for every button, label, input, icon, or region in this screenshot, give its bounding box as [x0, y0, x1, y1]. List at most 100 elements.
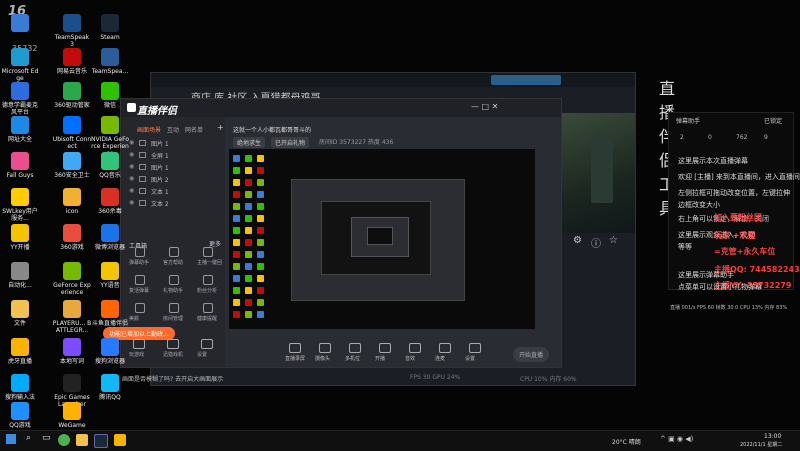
tool-item[interactable]: 健康提醒 — [197, 315, 217, 322]
toolbar-item[interactable]: 直播录屏 — [285, 355, 305, 362]
tab-interact[interactable]: 互动 — [167, 125, 179, 134]
desktop-icon-label: TeamSpeak 3 — [54, 34, 90, 48]
desktop-icon[interactable]: 360游戏 — [52, 224, 92, 251]
tag-gift[interactable]: 已开启礼物 — [271, 137, 310, 148]
bottom-tool-item[interactable]: 玩游戏 — [129, 351, 144, 358]
desktop-icon-label: QQ游戏 — [9, 422, 31, 429]
desktop-icon[interactable]: SWLkey用户服务... — [0, 188, 40, 222]
desktop-icon[interactable] — [0, 14, 40, 34]
scene-item[interactable]: 图片 1 — [151, 163, 169, 172]
room-info: 房间ID 3573227 热度 436 — [319, 139, 394, 146]
desktop-icon[interactable]: 微博浏览器 — [90, 224, 130, 251]
taskbar-app-streamer-icon[interactable] — [114, 434, 126, 446]
tool-item[interactable]: 主播一键回 — [197, 259, 222, 266]
taskbar-app-steam-icon[interactable] — [94, 434, 108, 448]
toolbar-item[interactable]: 音效 — [405, 355, 415, 362]
desktop-icon[interactable]: 搜狗浏览器 — [90, 338, 130, 365]
toolbar-item[interactable]: 开播 — [375, 355, 385, 362]
desktop-icon[interactable]: 网易云音乐 — [52, 48, 92, 75]
chat-pin[interactable]: 已锁定 — [764, 116, 782, 125]
desktop-icon-label: TeamSpea... — [91, 68, 129, 75]
desktop-icon[interactable]: 腾讯QQ — [90, 374, 130, 401]
tray-icons[interactable]: ^ ▣ ◉ ◀) — [660, 435, 693, 443]
info-icon[interactable]: ⓘ — [591, 235, 601, 250]
tool-item[interactable]: 房间管理 — [163, 315, 183, 322]
app-icon — [11, 48, 29, 66]
toolbar-item[interactable]: 多机位 — [345, 355, 360, 362]
preview-icon — [245, 287, 252, 294]
taskbar-app-green-icon[interactable] — [58, 434, 70, 446]
tool-item[interactable]: 粉丝分析 — [197, 287, 217, 294]
clock-date[interactable]: 2022/11/1 星期二 — [740, 441, 782, 448]
desktop-icon[interactable]: QQ音乐 — [90, 152, 130, 179]
scene-item[interactable]: 文本 1 — [151, 187, 169, 196]
desktop-icon[interactable]: 360安全卫士 — [52, 152, 92, 179]
gift-highlight: =克管+永久车位 — [714, 247, 776, 256]
favorite-icon[interactable]: ☆ — [609, 235, 618, 246]
image-icon — [139, 200, 146, 206]
app-icon — [101, 262, 119, 280]
scene-item[interactable]: 文本 2 — [151, 199, 169, 208]
desktop-icon[interactable]: YY语音 — [90, 262, 130, 289]
desktop-icon[interactable]: WeGame — [52, 402, 92, 429]
desktop-icon[interactable]: GeForce Experience — [52, 262, 92, 296]
desktop-icon[interactable]: 德意学霸麦克风平台 — [0, 82, 40, 116]
add-scene-icon[interactable]: + — [217, 123, 224, 132]
tag-game[interactable]: 绝地求生 — [233, 137, 266, 148]
tool-icon — [135, 303, 145, 313]
desktop-icon[interactable]: PLAYERU... BATTLEGR... — [52, 300, 92, 334]
desktop-icon[interactable]: Ubisoft Connect — [52, 116, 92, 150]
tool-item[interactable]: 复活弹幕 — [129, 287, 149, 294]
tool-item[interactable]: 弹幕助手 — [129, 259, 149, 266]
desktop-icon[interactable]: icon — [52, 188, 92, 215]
desktop-icon[interactable]: 微信 — [90, 82, 130, 109]
scene-item[interactable]: 图片 2 — [151, 175, 169, 184]
stream-title: 这就一个人小都瓦都哥哥斗的 — [233, 127, 312, 134]
search-icon[interactable]: ⌕ — [26, 433, 31, 443]
tab-whitelist[interactable]: 网名单 — [185, 125, 203, 134]
scene-item[interactable]: 图片 1 — [151, 139, 169, 148]
desktop-icon[interactable]: 自动化... — [0, 262, 40, 289]
clock-time[interactable]: 13:00 — [764, 433, 781, 440]
tool-item[interactable]: 官方帮助 — [163, 259, 183, 266]
desktop-icon[interactable]: YY开播 — [0, 224, 40, 251]
tool-item[interactable]: 礼物助手 — [163, 287, 183, 294]
weather-text[interactable]: 20°C 晴朗 — [612, 437, 641, 446]
bottom-tool-item[interactable]: 设置 — [197, 351, 207, 358]
toolbar-item[interactable]: 设置 — [465, 355, 475, 362]
desktop-icon[interactable]: 斗鱼直播伴侣 — [90, 300, 130, 327]
tool-icon — [135, 275, 145, 285]
desktop-icon[interactable]: TeamSpea... — [90, 48, 130, 75]
desktop-icon[interactable]: 本地写词 — [52, 338, 92, 365]
start-stream-button[interactable]: 开始直播 — [513, 347, 550, 362]
chat-line: 等等 — [678, 243, 692, 251]
desktop-icon[interactable]: 网址大全 — [0, 116, 40, 143]
desktop-icon[interactable]: 360驱动管家 — [52, 82, 92, 109]
toolbar-item[interactable]: 摄像头 — [315, 355, 330, 362]
desktop-icon[interactable]: TeamSpeak 3 — [52, 14, 92, 48]
back-window-badge[interactable] — [491, 75, 561, 85]
desktop-icon[interactable]: Microsoft Edge — [0, 48, 40, 82]
tool-icon — [203, 247, 213, 257]
preview-icon — [257, 275, 264, 282]
desktop-icon[interactable]: Steam — [90, 14, 130, 41]
bottom-tool-item[interactable]: 迅猎戏机 — [163, 351, 183, 358]
chat-count: 2 — [680, 134, 684, 141]
desktop-icon[interactable]: 360杀毒 — [90, 188, 130, 215]
desktop-icon[interactable]: Fall Guys — [0, 152, 40, 179]
desktop-icon[interactable]: NVIDIA GeForce Experience — [90, 116, 130, 157]
tool-item[interactable]: 美颜 — [129, 315, 139, 322]
desktop-icon[interactable]: 搜狗输入法 — [0, 374, 40, 401]
desktop-icon[interactable]: 虎牙直播 — [0, 338, 40, 365]
tab-scenes[interactable]: 画面场景 — [137, 125, 161, 134]
taskview-icon[interactable]: ▭ — [42, 433, 51, 443]
toolbar-item[interactable]: 连麦 — [435, 355, 445, 362]
scene-item[interactable]: 全屏 1 — [151, 151, 169, 160]
window-controls[interactable]: — □ ✕ — [471, 102, 498, 111]
footer-notice[interactable]: 画面是否模糊了吗? 去开启大画面展示 — [122, 374, 223, 383]
desktop-icon[interactable]: 文件 — [0, 300, 40, 327]
desktop-icon[interactable]: QQ游戏 — [0, 402, 40, 429]
settings-icon[interactable]: ⚙ — [573, 235, 582, 246]
taskbar-app-folder-icon[interactable] — [76, 434, 88, 446]
start-button[interactable] — [6, 434, 16, 444]
